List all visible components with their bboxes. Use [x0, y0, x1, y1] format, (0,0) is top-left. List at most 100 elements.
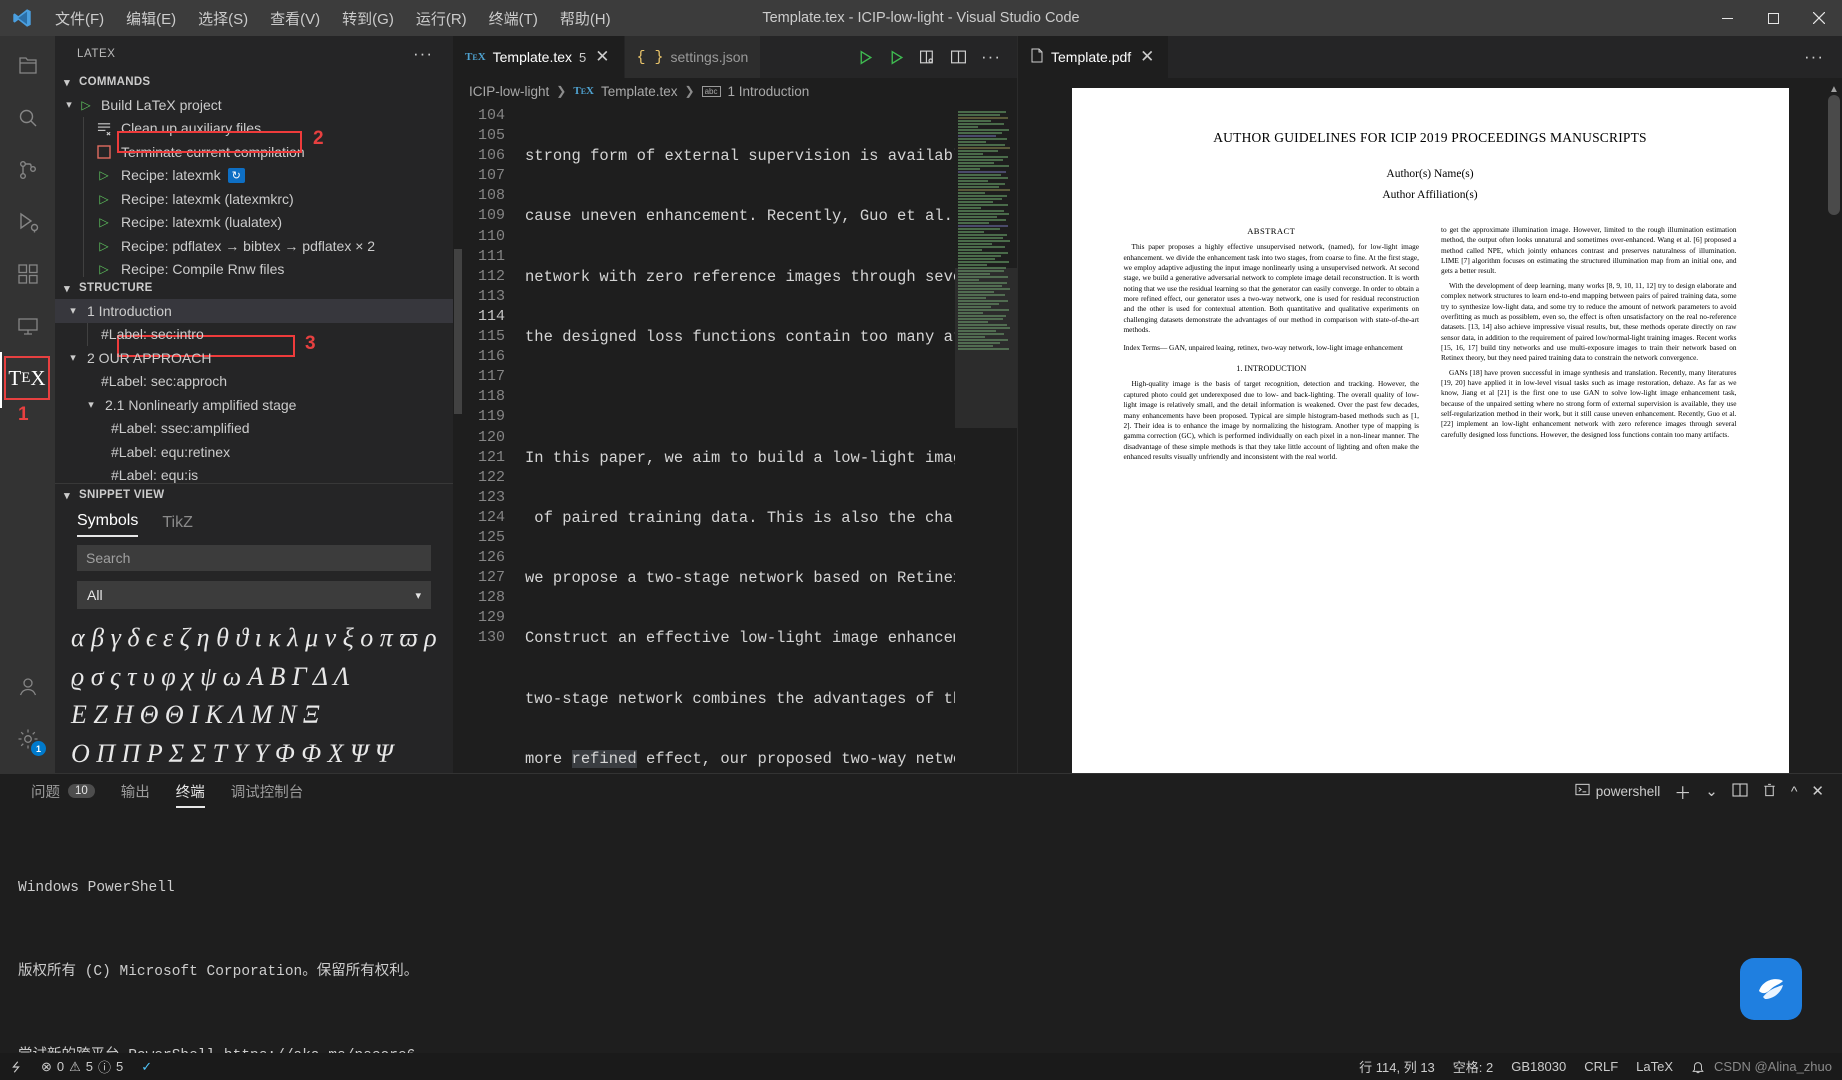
menu-selection[interactable]: 选择(S) — [187, 4, 259, 33]
chevron-up-icon[interactable]: ▲ — [1828, 84, 1840, 95]
maximize-button[interactable] — [1750, 0, 1796, 36]
run-play-icon[interactable] — [888, 49, 905, 66]
tab-symbols[interactable]: Symbols — [77, 512, 139, 538]
accounts-icon[interactable] — [0, 661, 55, 713]
status-notifications-bell-icon[interactable] — [1682, 1053, 1714, 1080]
editor-minimap[interactable] — [955, 104, 1017, 773]
menu-help[interactable]: 帮助(H) — [549, 4, 622, 33]
remote-host-button[interactable] — [0, 1053, 32, 1080]
command-terminate-compilation[interactable]: Terminate current compilation — [55, 140, 453, 164]
menu-go[interactable]: 转到(G) — [331, 4, 405, 33]
structure-item-label-ssecamplified[interactable]: #Label: ssec:amplified — [55, 417, 453, 441]
terminal-output[interactable]: Windows PowerShell 版权所有 (C) Microsoft Co… — [0, 808, 1842, 1080]
close-button[interactable] — [1796, 0, 1842, 36]
close-panel-icon[interactable]: ✕ — [1811, 782, 1824, 800]
run-and-debug-icon[interactable] — [0, 196, 55, 248]
structure-label: #Label: equ:retinex — [111, 443, 231, 460]
minimize-button[interactable] — [1704, 0, 1750, 36]
menu-view[interactable]: 查看(V) — [259, 4, 331, 33]
latex-workshop-icon[interactable]: TEX 1 — [0, 352, 55, 425]
editor-group: TEX Template.tex 5 ✕ { } settings.json ·… — [453, 36, 1017, 773]
command-recipe-lualatex[interactable]: ▷ Recipe: latexmk (lualatex) — [55, 210, 453, 234]
app-floating-icon[interactable] — [1740, 958, 1802, 1020]
status-problems[interactable]: ⊗ 0 ⚠ 5 ⓘ 5 — [32, 1053, 132, 1080]
split-preview-icon[interactable] — [919, 49, 936, 66]
command-build-latex-project[interactable]: ▾ ▷ Build LaTeX project — [55, 93, 453, 117]
command-recipe-latexmkrc[interactable]: ▷ Recipe: latexmk (latexmkrc) — [55, 187, 453, 211]
kill-terminal-icon[interactable] — [1762, 782, 1777, 801]
sidebar-more-icon[interactable]: ··· — [413, 45, 433, 62]
status-cursor-position[interactable]: 行 114, 列 13 — [1350, 1053, 1444, 1080]
more-actions-icon[interactable]: ··· — [981, 48, 1001, 65]
editor-scrollbar-thumb[interactable] — [454, 249, 462, 414]
structure-item-label-equretinex[interactable]: #Label: equ:retinex — [55, 440, 453, 464]
menu-edit[interactable]: 编辑(E) — [115, 4, 187, 33]
structure-item-our-approach[interactable]: ▾ 2 OUR APPROACH — [55, 346, 453, 370]
commands-section-header[interactable]: ▾ COMMANDS — [55, 71, 453, 93]
snippet-tab-bar: Symbols TikZ — [55, 506, 453, 538]
maximize-panel-icon[interactable]: ^ — [1791, 783, 1798, 799]
symbol-row-2[interactable]: ϱ σ ς τ υ φ χ ψ ω A B Γ Δ Λ — [71, 658, 439, 696]
symbol-row-1[interactable]: α β γ δ ϵ ε ζ η θ ϑ ι κ λ μ ν ξ ο π ϖ ρ — [71, 619, 439, 657]
status-build-check[interactable]: ✓ — [132, 1053, 161, 1080]
panel-tab-terminal[interactable]: 终端 — [163, 774, 218, 808]
close-icon[interactable]: ✕ — [593, 48, 611, 65]
symbol-row-4[interactable]: O Π Π P Σ Σ T Υ Υ Φ Φ X Ψ Ψ — [71, 735, 439, 773]
symbol-search-input[interactable] — [77, 545, 431, 572]
symbol-row-3[interactable]: E Z H Θ Θ I K Λ M N Ξ — [71, 696, 439, 734]
chevron-down-icon[interactable]: ⌄ — [1705, 782, 1718, 800]
breadcrumb-symbol[interactable]: 1 Introduction — [728, 84, 810, 99]
close-icon[interactable]: ✕ — [1138, 48, 1156, 65]
command-clean-aux-files[interactable]: Clean up auxiliary files — [55, 116, 453, 140]
structure-item-label-secintro[interactable]: #Label: sec:intro — [55, 322, 453, 347]
code-pane[interactable]: 104 105 106 107 108 109 110 111 112 113 114 115 11… — [463, 104, 1017, 773]
explorer-icon[interactable] — [0, 40, 55, 92]
structure-item-label-equis[interactable]: #Label: equ:is — [55, 464, 453, 483]
pdf-scrollbar[interactable]: ▲ — [1828, 84, 1840, 215]
new-terminal-icon[interactable]: ＋ — [1674, 779, 1691, 804]
status-indentation[interactable]: 空格: 2 — [1444, 1053, 1502, 1080]
code-editor[interactable]: 104 105 106 107 108 109 110 111 112 113 114 115 11… — [453, 104, 1017, 773]
terminal-shell-selector[interactable]: powershell — [1575, 782, 1660, 800]
snippet-section-header[interactable]: ▾ SNIPPET VIEW — [55, 484, 453, 506]
tab-template-tex[interactable]: TEX Template.tex 5 ✕ — [453, 36, 625, 78]
structure-section-header[interactable]: ▾ STRUCTURE — [55, 277, 453, 299]
symbol-category-select[interactable]: All ▾ — [77, 581, 431, 610]
panel-tab-output[interactable]: 输出 — [108, 774, 163, 808]
remote-explorer-icon[interactable] — [0, 300, 55, 352]
status-eol[interactable]: CRLF — [1575, 1053, 1627, 1080]
breadcrumb-file[interactable]: Template.tex — [601, 84, 678, 99]
pdf-scrollbar-thumb[interactable] — [1828, 95, 1840, 215]
status-encoding[interactable]: GB18030 — [1502, 1053, 1575, 1080]
structure-item-label-secapproch[interactable]: #Label: sec:approch — [55, 370, 453, 394]
menu-run[interactable]: 运行(R) — [405, 4, 478, 33]
structure-item-introduction[interactable]: ▾ 1 Introduction — [55, 299, 453, 323]
search-icon[interactable] — [0, 92, 55, 144]
tab-template-pdf[interactable]: Template.pdf ✕ — [1018, 36, 1170, 78]
breadcrumb-folder[interactable]: ICIP-low-light — [469, 84, 549, 99]
split-terminal-icon[interactable] — [1732, 782, 1748, 801]
structure-item-nonlinearly-amplified[interactable]: ▾ 2.1 Nonlinearly amplified stage — [55, 393, 453, 417]
menu-file[interactable]: 文件(F) — [44, 4, 115, 33]
command-recipe-latexmk[interactable]: ▷ Recipe: latexmk ↻ — [55, 163, 453, 187]
panel-tab-problems[interactable]: 问题 10 — [18, 774, 108, 808]
run-build-icon[interactable] — [857, 49, 874, 66]
command-recipe-pdflatex-bibtex[interactable]: ▷ Recipe: pdflatex → bibtex → pdflatex ×… — [55, 234, 453, 258]
status-language-mode[interactable]: LaTeX — [1627, 1053, 1682, 1080]
terminal-line: Windows PowerShell — [18, 880, 175, 896]
split-editor-icon[interactable] — [950, 49, 967, 66]
tab-settings-json[interactable]: { } settings.json — [624, 36, 762, 78]
panel-tab-debug-console[interactable]: 调试控制台 — [218, 774, 317, 808]
command-recipe-compile-rnw[interactable]: ▷ Recipe: Compile Rnw files — [55, 257, 453, 278]
source-control-icon[interactable] — [0, 144, 55, 196]
pdf-viewport[interactable]: AUTHOR GUIDELINES FOR ICIP 2019 PROCEEDI… — [1018, 78, 1842, 773]
menu-terminal[interactable]: 终端(T) — [478, 4, 549, 33]
code-lines[interactable]: strong form of external supervision is a… — [525, 104, 955, 773]
minimap-slider[interactable] — [955, 268, 1017, 428]
settings-badge: 1 — [31, 741, 46, 756]
extensions-icon[interactable] — [0, 248, 55, 300]
editor-overview-ruler[interactable] — [453, 104, 463, 773]
more-actions-icon[interactable]: ··· — [1804, 48, 1824, 65]
tab-tikz[interactable]: TikZ — [162, 514, 193, 537]
settings-gear-icon[interactable]: 1 — [0, 713, 55, 765]
